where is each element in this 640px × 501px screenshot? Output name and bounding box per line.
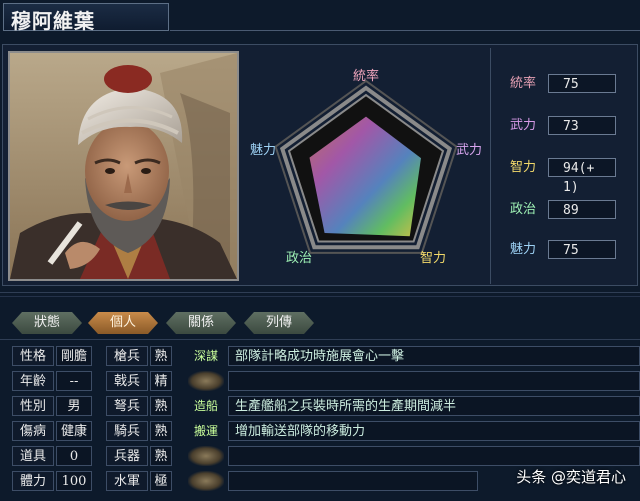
personal-label: 年齡 (12, 371, 54, 391)
skill-slot-empty[interactable] (188, 371, 224, 391)
aptitude-value: 熟 (150, 346, 172, 366)
personal-value: 剛膽 (56, 346, 92, 366)
separator-line (0, 292, 640, 293)
radar-label-tongshuai: 統率 (353, 68, 379, 84)
stat-value: 73 (548, 116, 616, 135)
personal-label: 性格 (12, 346, 54, 366)
stat-divider (490, 48, 491, 284)
skill-description: 生產艦船之兵裝時所需的生產期間減半 (228, 396, 640, 416)
aptitude-label: 兵器 (106, 446, 148, 466)
personal-label: 性別 (12, 396, 54, 416)
stat-label: 統率 (509, 76, 536, 91)
skill-slot-empty[interactable] (188, 446, 224, 466)
general-name: 穆阿維葉 (11, 9, 95, 33)
skill-description (228, 371, 640, 391)
skill-description (228, 471, 478, 491)
general-portrait (8, 51, 239, 281)
stat-label: 武力 (509, 118, 536, 133)
portrait-image (10, 53, 237, 279)
aptitude-value: 熟 (150, 396, 172, 416)
tab-status[interactable]: 狀態 (12, 312, 82, 334)
stat-label: 魅力 (509, 242, 536, 257)
tab-personal[interactable]: 個人 (88, 312, 158, 334)
stat-label: 政治 (509, 202, 536, 217)
aptitude-label: 水軍 (106, 471, 148, 491)
personal-label: 體力 (12, 471, 54, 491)
separator-line (0, 339, 640, 340)
personal-value: 100 (56, 471, 92, 491)
personal-value: 男 (56, 396, 92, 416)
skill-description: 部隊計略成功時施展會心一擊 (228, 346, 640, 366)
general-name-plate: 穆阿維葉 (3, 3, 169, 33)
stat-label: 智力 (509, 160, 536, 175)
aptitude-value: 熟 (150, 421, 172, 441)
stats-list: 統率 75 武力 73 智力 94(+ 1) 政治 89 魅力 75 (500, 72, 630, 272)
tab-relations[interactable]: 關係 (166, 312, 236, 334)
radar-svg: 統率 武力 智力 政治 魅力 (250, 68, 482, 266)
radar-label-zhili: 智力 (420, 251, 446, 266)
skill-description (228, 446, 640, 466)
aptitude-value: 極 (150, 471, 172, 491)
attribute-radar-chart: 統率 武力 智力 政治 魅力 (243, 48, 489, 284)
personal-value: 0 (56, 446, 92, 466)
skill-slot-empty[interactable] (188, 471, 224, 491)
tab-biography[interactable]: 列傳 (244, 312, 314, 334)
personal-value: 健康 (56, 421, 92, 441)
aptitude-label: 戟兵 (106, 371, 148, 391)
stat-value: 89 (548, 200, 616, 219)
aptitude-label: 騎兵 (106, 421, 148, 441)
skill-name[interactable]: 造船 (188, 396, 224, 416)
header-divider (170, 30, 640, 31)
aptitude-value: 精 (150, 371, 172, 391)
aptitude-label: 弩兵 (106, 396, 148, 416)
radar-label-wuli: 武力 (456, 143, 482, 158)
personal-label: 傷病 (12, 421, 54, 441)
radar-label-zhengzhi: 政治 (286, 251, 312, 266)
radar-label-meili: 魅力 (250, 143, 276, 158)
separator-line (0, 296, 640, 297)
aptitude-label: 槍兵 (106, 346, 148, 366)
stat-value: 75 (548, 240, 616, 259)
stat-value: 75 (548, 74, 616, 93)
watermark: 头条 @奕道君心 (516, 468, 626, 486)
personal-label: 道具 (12, 446, 54, 466)
stat-value: 94(+ 1) (548, 158, 616, 195)
personal-value: -- (56, 371, 92, 391)
skill-description: 增加輸送部隊的移動力 (228, 421, 640, 441)
aptitude-value: 熟 (150, 446, 172, 466)
skill-name[interactable]: 深謀 (188, 346, 224, 366)
skill-name[interactable]: 搬運 (188, 421, 224, 441)
